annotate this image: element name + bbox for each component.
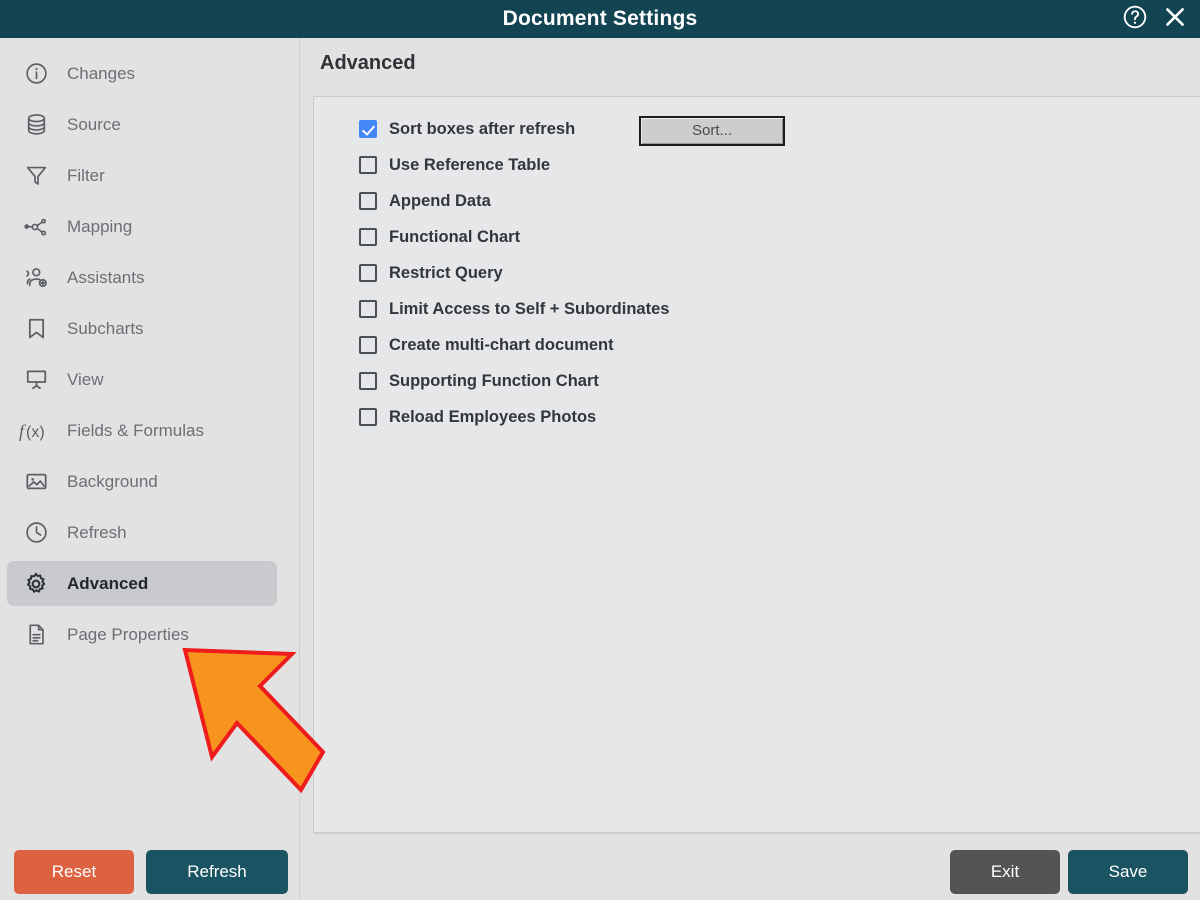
funnel-icon	[19, 163, 53, 188]
checkbox-label[interactable]: Append Data	[389, 192, 491, 211]
sidebar-item-filter[interactable]: Filter	[7, 153, 277, 198]
sort-button[interactable]: Sort...	[639, 116, 785, 146]
sidebar-item-subcharts[interactable]: Subcharts	[7, 306, 277, 351]
sidebar-nav-list: Changes Source Filter Mapping Assistants…	[0, 45, 300, 663]
info-circle-icon	[19, 61, 53, 86]
sidebar-item-changes[interactable]: Changes	[7, 51, 277, 96]
database-icon	[19, 112, 53, 137]
checkbox-row-use-reference-table[interactable]: Use Reference Table	[359, 147, 669, 183]
checkbox-restrict-query[interactable]	[359, 264, 377, 282]
sidebar-item-advanced[interactable]: Advanced	[7, 561, 277, 606]
sidebar-item-assistants[interactable]: Assistants	[7, 255, 277, 300]
sidebar-item-page-properties[interactable]: Page Properties	[7, 612, 277, 657]
sidebar-item-label: Page Properties	[67, 624, 189, 644]
checkbox-sort-boxes-after-refresh[interactable]	[359, 120, 377, 138]
exit-button[interactable]: Exit	[950, 850, 1060, 894]
sidebar-item-source[interactable]: Source	[7, 102, 277, 147]
users-add-icon	[19, 264, 53, 291]
gear-icon	[19, 571, 53, 597]
function-icon: f (x)	[19, 419, 53, 443]
checkbox-create-multi-chart-document[interactable]	[359, 336, 377, 354]
checkbox-functional-chart[interactable]	[359, 228, 377, 246]
checkbox-label[interactable]: Functional Chart	[389, 228, 520, 247]
sidebar-item-label: Refresh	[67, 522, 127, 542]
save-button[interactable]: Save	[1068, 850, 1188, 894]
window-actions	[1122, 0, 1188, 38]
checkbox-label[interactable]: Create multi-chart document	[389, 336, 614, 355]
sidebar: Changes Source Filter Mapping Assistants…	[0, 38, 300, 900]
sidebar-item-label: Changes	[67, 63, 136, 83]
close-icon[interactable]	[1162, 4, 1188, 35]
checkbox-row-restrict-query[interactable]: Restrict Query	[359, 255, 669, 291]
sidebar-item-label: Source	[67, 114, 121, 134]
nodes-icon	[19, 214, 53, 240]
checkbox-append-data[interactable]	[359, 192, 377, 210]
svg-text:(x): (x)	[26, 424, 45, 441]
checkbox-label[interactable]: Restrict Query	[389, 264, 503, 283]
help-circle-icon[interactable]	[1122, 4, 1148, 35]
checkbox-row-append-data[interactable]: Append Data	[359, 183, 669, 219]
sidebar-item-label: Assistants	[67, 267, 145, 287]
checkbox-label[interactable]: Reload Employees Photos	[389, 408, 596, 427]
checkbox-label[interactable]: Use Reference Table	[389, 156, 550, 175]
checkbox-row-limit-access[interactable]: Limit Access to Self + Subordinates	[359, 291, 669, 327]
window-title: Document Settings	[502, 7, 698, 30]
sidebar-item-background[interactable]: Background	[7, 459, 277, 504]
sidebar-item-label: Fields & Formulas	[67, 420, 204, 440]
sidebar-item-label: Background	[67, 471, 158, 491]
checkbox-row-supporting-function-chart[interactable]: Supporting Function Chart	[359, 363, 669, 399]
checkbox-row-sort-boxes-after-refresh[interactable]: Sort boxes after refresh	[359, 111, 669, 147]
content-area: Advanced Sort boxes after refresh Use Re…	[301, 38, 1200, 900]
checkbox-list: Sort boxes after refresh Use Reference T…	[359, 111, 669, 435]
title-bar: Document Settings	[0, 0, 1200, 38]
reset-button[interactable]: Reset	[14, 850, 134, 894]
checkbox-reload-employees-photos[interactable]	[359, 408, 377, 426]
checkbox-use-reference-table[interactable]	[359, 156, 377, 174]
page-title: Advanced	[320, 52, 416, 74]
checkbox-limit-access-to-self-subordinates[interactable]	[359, 300, 377, 318]
sidebar-item-label: Mapping	[67, 216, 133, 236]
image-icon	[19, 469, 53, 494]
document-icon	[19, 622, 53, 647]
sidebar-item-view[interactable]: View	[7, 357, 277, 402]
checkbox-row-functional-chart[interactable]: Functional Chart	[359, 219, 669, 255]
checkbox-label[interactable]: Sort boxes after refresh	[389, 120, 575, 139]
sidebar-item-fields-formulas[interactable]: f (x) Fields & Formulas	[7, 408, 277, 453]
checkbox-label[interactable]: Supporting Function Chart	[389, 372, 599, 391]
checkbox-row-reload-employees-photos[interactable]: Reload Employees Photos	[359, 399, 669, 435]
refresh-button[interactable]: Refresh	[146, 850, 288, 894]
clock-icon	[19, 520, 53, 545]
presentation-icon	[19, 367, 53, 392]
sidebar-item-mapping[interactable]: Mapping	[7, 204, 277, 249]
sidebar-item-label: View	[67, 369, 104, 389]
sidebar-item-label: Subcharts	[67, 318, 144, 338]
advanced-settings-panel: Sort boxes after refresh Use Reference T…	[313, 96, 1200, 833]
sidebar-item-refresh[interactable]: Refresh	[7, 510, 277, 555]
checkbox-supporting-function-chart[interactable]	[359, 372, 377, 390]
checkbox-row-create-multi-chart-document[interactable]: Create multi-chart document	[359, 327, 669, 363]
sidebar-item-label: Advanced	[67, 573, 149, 593]
bookmark-icon	[19, 316, 53, 341]
sidebar-item-label: Filter	[67, 165, 105, 185]
checkbox-label[interactable]: Limit Access to Self + Subordinates	[389, 300, 669, 319]
